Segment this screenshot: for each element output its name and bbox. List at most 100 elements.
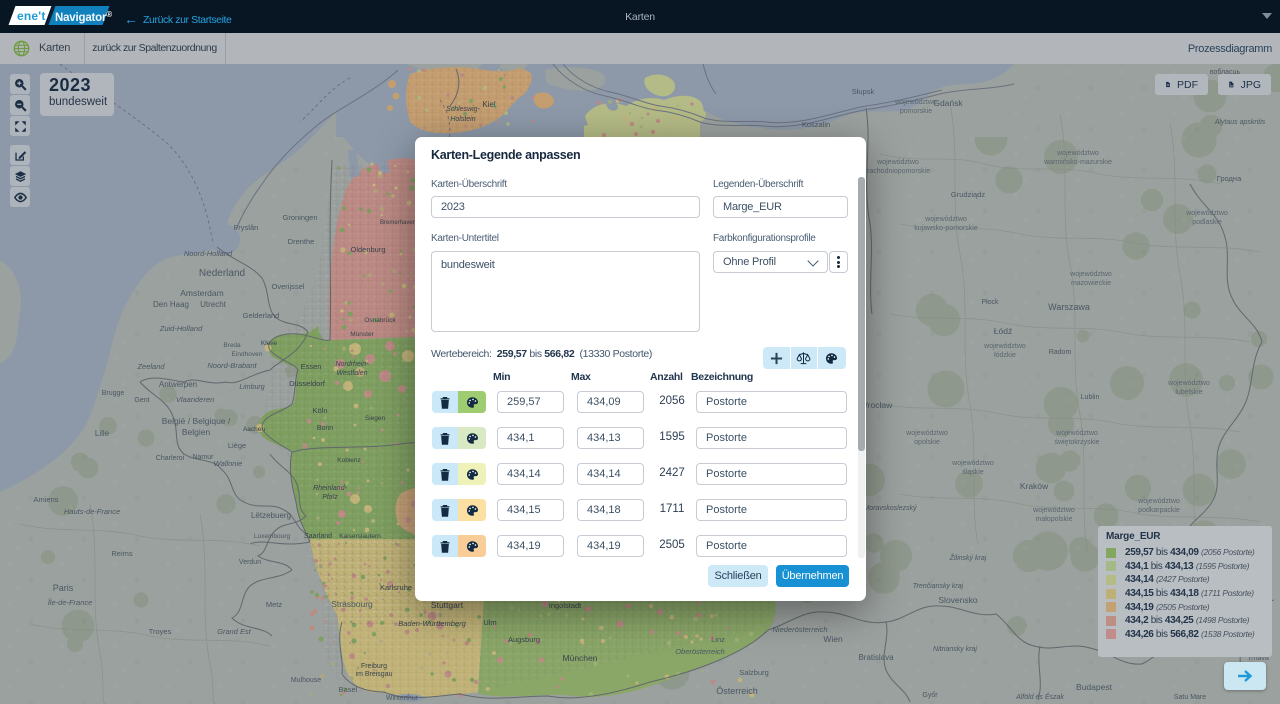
svg-text:München: München bbox=[563, 653, 598, 663]
svg-text:mazowieckie: mazowieckie bbox=[1071, 280, 1111, 287]
svg-text:Hauts-de-France: Hauts-de-France bbox=[64, 507, 120, 516]
svg-text:województwo: województwo bbox=[1167, 380, 1210, 387]
svg-text:lubelskie: lubelskie bbox=[1175, 389, 1202, 396]
svg-text:województwo: województwo bbox=[905, 430, 948, 437]
svg-text:Kaiserslautern: Kaiserslautern bbox=[339, 533, 381, 540]
svg-text:Grudziądz: Grudziądz bbox=[951, 190, 985, 199]
svg-text:Oldenburg: Oldenburg bbox=[350, 245, 385, 254]
svg-text:Verdun: Verdun bbox=[239, 559, 261, 566]
svg-text:Lublin: Lublin bbox=[1081, 394, 1100, 401]
svg-text:Strasbourg: Strasbourg bbox=[331, 599, 373, 609]
svg-text:Rheinland-: Rheinland- bbox=[313, 485, 348, 492]
svg-text:Siegen: Siegen bbox=[365, 415, 386, 422]
svg-text:Fryslân: Fryslân bbox=[234, 223, 259, 232]
svg-text:Zeeland: Zeeland bbox=[136, 362, 165, 371]
svg-text:małopolskie: małopolskie bbox=[1036, 516, 1073, 523]
svg-text:Den Haag: Den Haag bbox=[153, 300, 189, 309]
svg-text:Lëtzebuerg: Lëtzebuerg bbox=[251, 511, 291, 520]
svg-text:Brugge: Brugge bbox=[102, 390, 125, 397]
svg-text:Münster: Münster bbox=[350, 331, 374, 338]
svg-text:Oberösterreich: Oberösterreich bbox=[675, 647, 725, 656]
svg-text:Groningen: Groningen bbox=[282, 213, 317, 222]
svg-text:Płock: Płock bbox=[981, 299, 999, 306]
svg-text:Žilinský kraj: Žilinský kraj bbox=[949, 553, 987, 562]
svg-text:Stuttgart: Stuttgart bbox=[431, 600, 464, 610]
svg-text:Alföld és Észak: Alföld és Észak bbox=[1015, 692, 1064, 701]
svg-text:Vlaanderen: Vlaanderen bbox=[176, 395, 214, 404]
svg-text:świętokrzyskie: świętokrzyskie bbox=[1054, 439, 1099, 446]
svg-text:Metz: Metz bbox=[266, 600, 283, 609]
svg-text:Aachen: Aachen bbox=[243, 426, 265, 433]
svg-text:województwo: województwo bbox=[1032, 507, 1075, 514]
svg-text:Kraków: Kraków bbox=[1020, 481, 1049, 491]
svg-text:Osnabrück: Osnabrück bbox=[364, 317, 396, 324]
svg-text:Kleve: Kleve bbox=[261, 340, 278, 347]
svg-text:Charleroi: Charleroi bbox=[156, 455, 185, 462]
svg-text:Moravskoslezský: Moravskoslezský bbox=[863, 505, 917, 512]
svg-text:Baden-Württemberg: Baden-Württemberg bbox=[398, 619, 466, 628]
svg-text:Basel: Basel bbox=[339, 685, 358, 694]
svg-text:Namur: Namur bbox=[192, 454, 214, 461]
svg-text:Linz: Linz bbox=[711, 635, 725, 644]
svg-text:Westfalen: Westfalen bbox=[337, 370, 368, 377]
svg-text:Île-de-France: Île-de-France bbox=[48, 598, 93, 607]
svg-text:Gelderland: Gelderland bbox=[243, 311, 280, 320]
svg-text:Radom: Radom bbox=[1049, 349, 1072, 356]
svg-text:im Breisgau: im Breisgau bbox=[356, 671, 393, 678]
svg-text:kujawsko-pomorskie: kujawsko-pomorskie bbox=[914, 225, 978, 232]
svg-text:województwo: województwo bbox=[894, 99, 937, 106]
svg-text:Winterthur: Winterthur bbox=[386, 695, 419, 702]
svg-text:Győr: Győr bbox=[922, 692, 938, 699]
svg-text:Noord-Holland: Noord-Holland bbox=[184, 249, 233, 258]
svg-text:Breda: Breda bbox=[223, 342, 241, 349]
svg-text:województwo: województwo bbox=[924, 216, 967, 223]
svg-text:Eindhoven: Eindhoven bbox=[232, 351, 263, 358]
svg-text:Holstein: Holstein bbox=[450, 116, 475, 123]
svg-text:Utrecht: Utrecht bbox=[200, 300, 227, 309]
svg-text:Schleswig-: Schleswig- bbox=[446, 106, 481, 113]
svg-text:Słupsk: Słupsk bbox=[852, 87, 875, 96]
svg-text:Koszalin: Koszalin bbox=[802, 120, 830, 129]
svg-text:województwo: województwo bbox=[983, 343, 1026, 350]
svg-text:pomorskie: pomorskie bbox=[900, 108, 932, 115]
svg-text:Nitriansky kraj: Nitriansky kraj bbox=[933, 646, 977, 653]
svg-text:Nederland: Nederland bbox=[199, 268, 245, 279]
svg-text:Ulm: Ulm bbox=[483, 618, 496, 627]
svg-text:Slovensko: Slovensko bbox=[938, 595, 977, 605]
svg-text:Noord-Brabant: Noord-Brabant bbox=[207, 361, 257, 370]
svg-text:Wien: Wien bbox=[823, 634, 843, 644]
svg-text:Limburg: Limburg bbox=[239, 384, 264, 391]
svg-text:Bratislava: Bratislava bbox=[858, 653, 894, 662]
svg-text:Augsburg: Augsburg bbox=[508, 635, 540, 644]
svg-text:województwo: województwo bbox=[876, 159, 919, 166]
svg-text:Troyes: Troyes bbox=[149, 627, 172, 636]
svg-text:Trenčiansky kraj: Trenčiansky kraj bbox=[913, 583, 964, 590]
svg-text:Saarland: Saarland bbox=[304, 533, 332, 540]
svg-text:Amiens: Amiens bbox=[33, 495, 58, 504]
svg-text:województwo: województwo bbox=[1056, 150, 1099, 157]
svg-text:Overijssel: Overijssel bbox=[272, 282, 305, 291]
svg-text:Kiel: Kiel bbox=[482, 100, 496, 109]
svg-text:Drenthe: Drenthe bbox=[288, 237, 315, 246]
svg-text:Gent: Gent bbox=[134, 397, 149, 404]
svg-text:Gdańsk: Gdańsk bbox=[933, 98, 963, 108]
svg-text:województwo: województwo bbox=[1137, 498, 1180, 505]
svg-text:Koblenz: Koblenz bbox=[337, 457, 361, 464]
svg-text:Bonn: Bonn bbox=[317, 425, 333, 432]
svg-text:Grand Est: Grand Est bbox=[217, 627, 252, 636]
svg-text:podkarpackie: podkarpackie bbox=[1138, 507, 1180, 514]
svg-text:Bremerhaven: Bremerhaven bbox=[380, 220, 416, 226]
svg-text:Alytaus apskritis: Alytaus apskritis bbox=[1214, 119, 1266, 126]
svg-text:Pfalz: Pfalz bbox=[322, 494, 338, 501]
svg-text:Niederösterreich: Niederösterreich bbox=[772, 625, 827, 634]
svg-text:Satu Mare: Satu Mare bbox=[1174, 694, 1206, 701]
svg-text:Antwerpen: Antwerpen bbox=[159, 380, 197, 389]
svg-text:Essen: Essen bbox=[301, 362, 322, 371]
svg-text:Budapest: Budapest bbox=[1076, 682, 1113, 692]
svg-text:Salzburg: Salzburg bbox=[739, 668, 769, 677]
svg-text:Lille: Lille bbox=[95, 429, 110, 438]
svg-text:Liège: Liège bbox=[228, 441, 246, 450]
svg-text:Luxembourg: Luxembourg bbox=[254, 533, 291, 540]
svg-text:Düsseldorf: Düsseldorf bbox=[289, 379, 326, 388]
svg-text:śląskie: śląskie bbox=[962, 469, 984, 476]
